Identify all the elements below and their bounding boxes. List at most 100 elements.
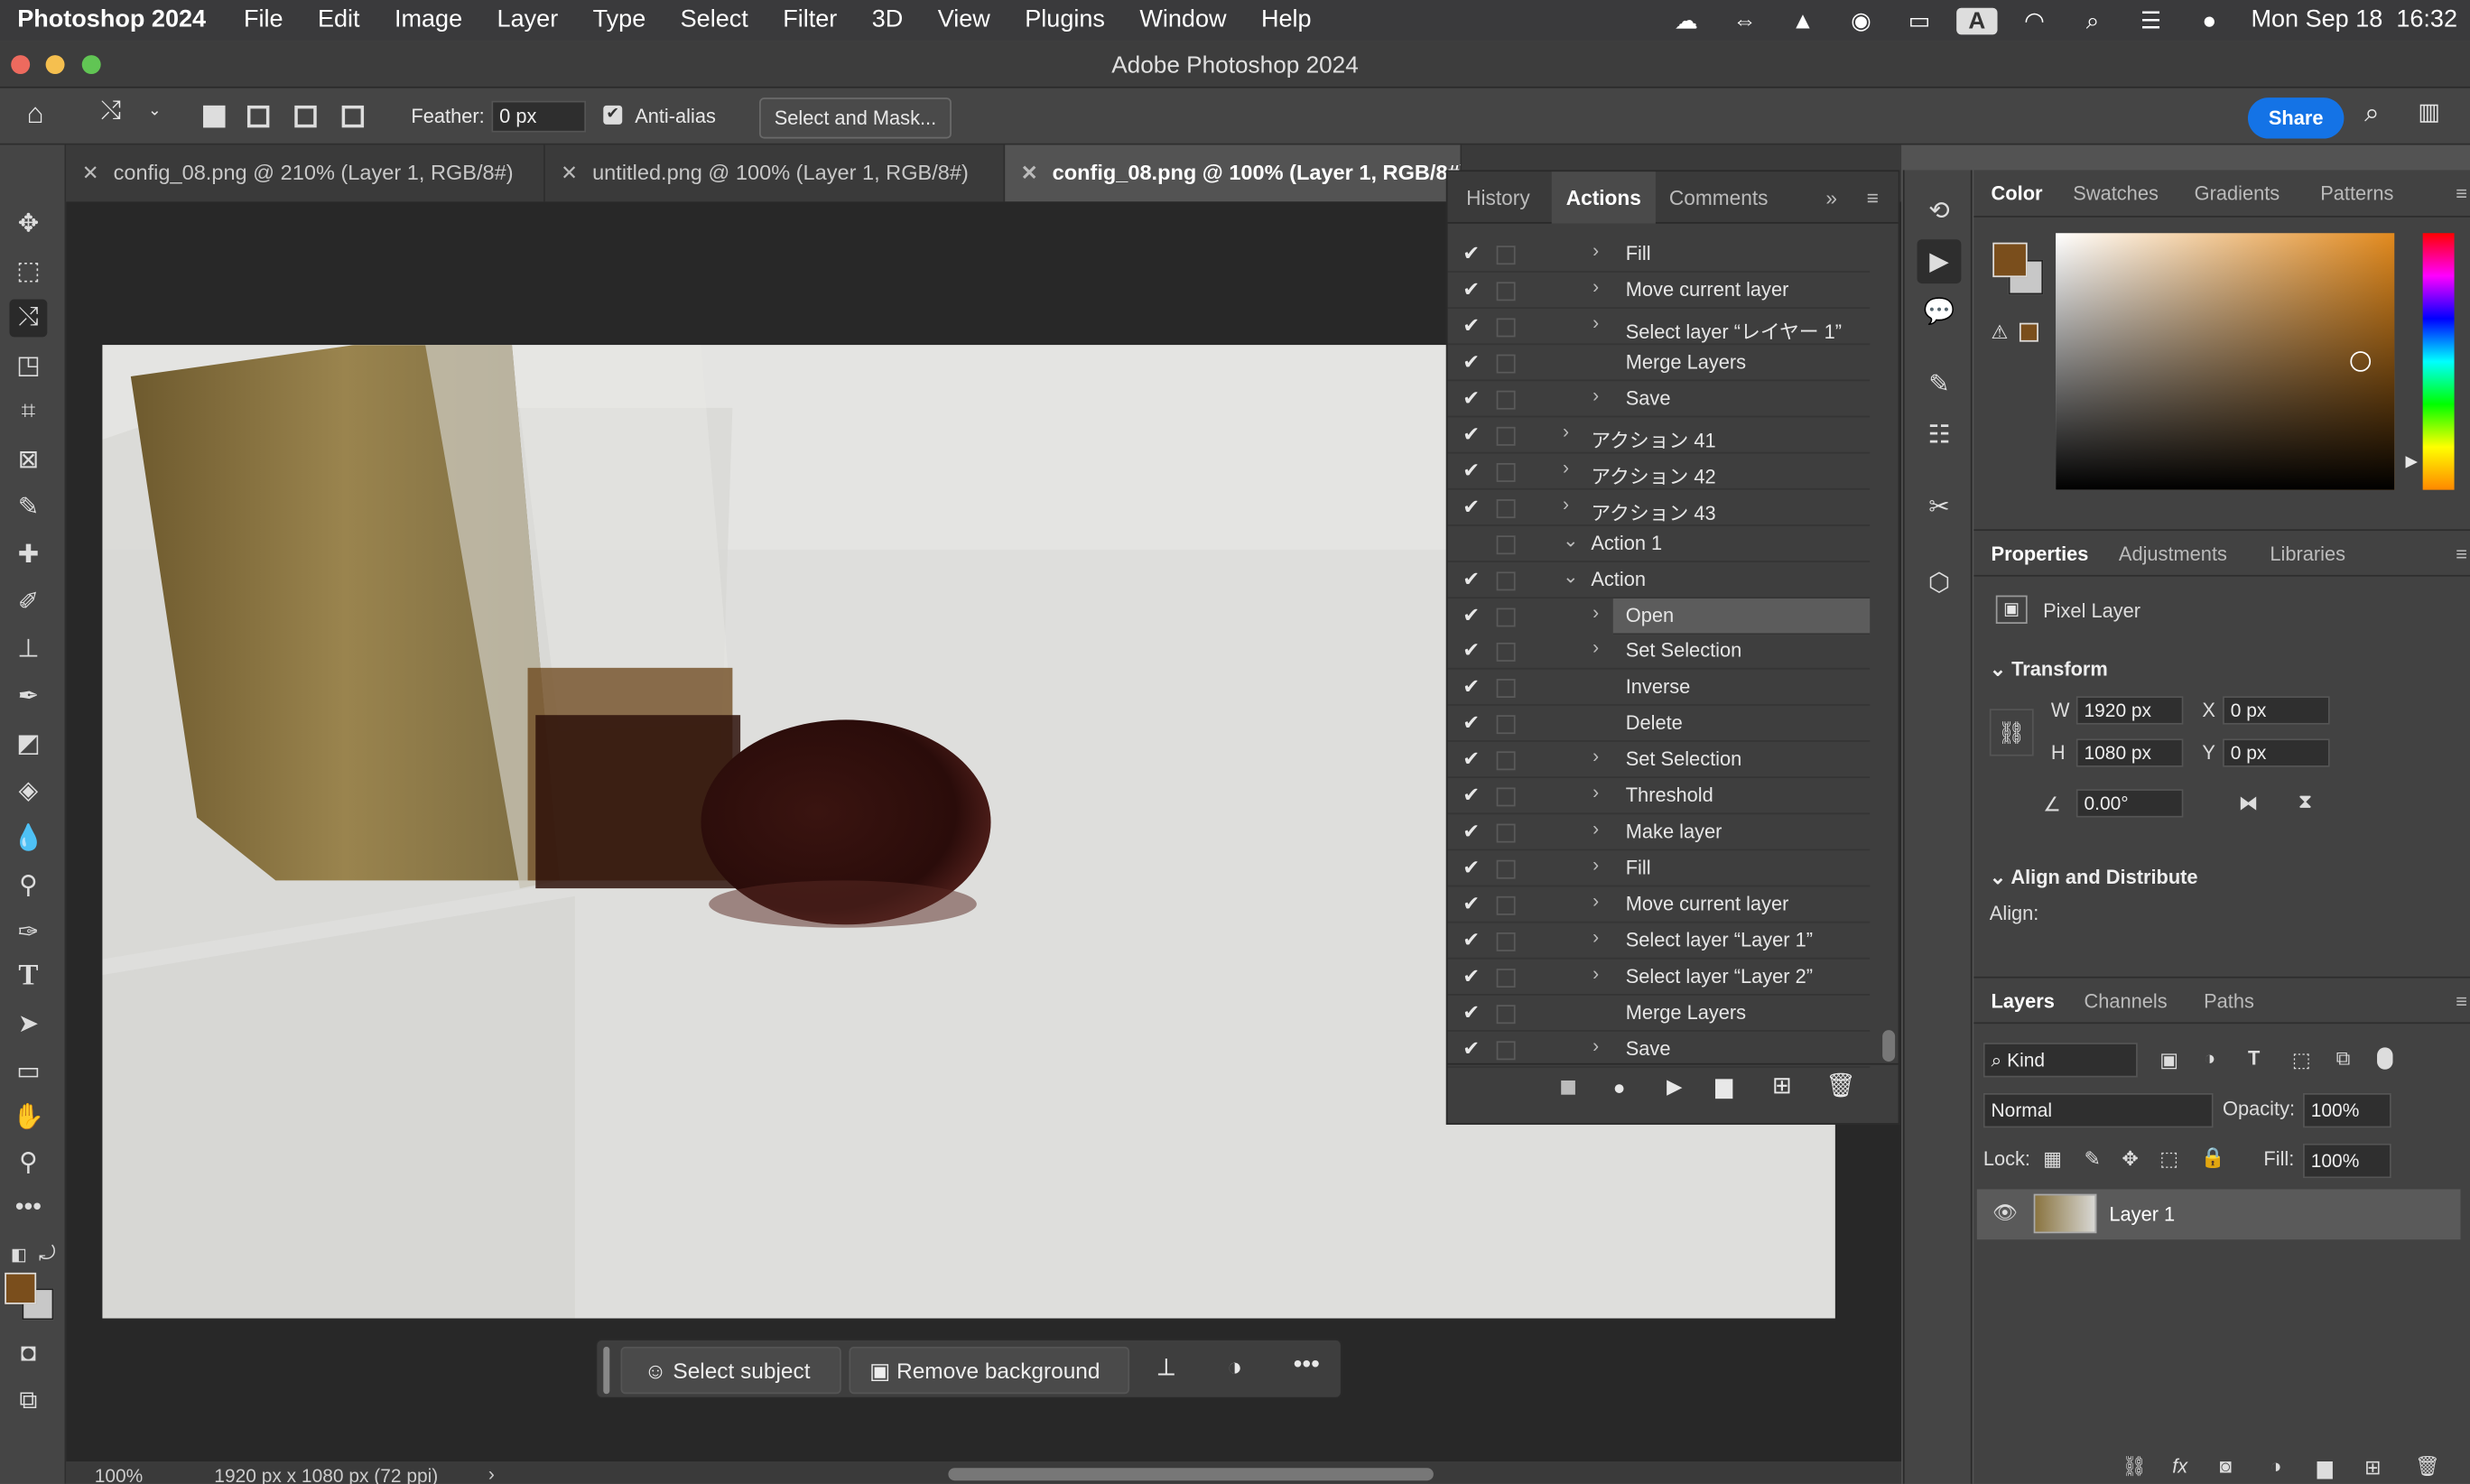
type-tool-icon[interactable]: T (9, 958, 47, 996)
toggle-item-checkbox[interactable]: ✔ (1461, 928, 1482, 953)
panel-menu-icon[interactable]: ≡ (2456, 531, 2467, 578)
height-input[interactable]: 1080 px (2075, 738, 2184, 767)
quick-selection-tool-icon[interactable]: ◳ (9, 347, 47, 385)
width-input[interactable]: 1920 px (2075, 696, 2184, 725)
toggle-item-checkbox[interactable]: ✔ (1461, 964, 1482, 989)
stop-icon[interactable] (1561, 1081, 1575, 1095)
comments-panel-icon[interactable]: 💬 (1918, 290, 1962, 334)
tab-channels[interactable]: Channels (2085, 979, 2168, 1025)
color-foreground-swatch[interactable] (1992, 242, 2028, 278)
wifi-icon[interactable]: ◠ (2005, 6, 2064, 35)
healing-brush-tool-icon[interactable]: ✚ (9, 535, 47, 573)
toggle-item-checkbox[interactable]: ✔ (1461, 566, 1482, 591)
chevron-right-icon[interactable]: › (1592, 890, 1599, 912)
dialog-toggle-box[interactable] (1496, 462, 1516, 482)
new-layer-icon[interactable]: ⊞ (2364, 1455, 2381, 1479)
screen-mode-icon[interactable]: ⧉ (9, 1383, 47, 1421)
marquee-tool-icon[interactable]: ⬚ (9, 252, 47, 290)
tab-properties[interactable]: Properties (1992, 531, 2089, 578)
action-row[interactable]: ✔ › Move current layer (1447, 887, 1871, 923)
action-row[interactable]: ✔ › Select layer “Layer 1” (1447, 923, 1871, 960)
chevron-right-icon[interactable]: › (488, 1463, 495, 1484)
hue-slider[interactable] (2422, 233, 2455, 490)
workspace-icon[interactable]: ▥ (2418, 97, 2440, 135)
drag-handle[interactable] (603, 1346, 610, 1395)
menu-type[interactable]: Type (593, 6, 646, 34)
action-row[interactable]: ✔ › Fill (1447, 850, 1871, 887)
select-and-mask-button[interactable]: Select and Mask... (759, 97, 952, 139)
flip-vertical-icon[interactable]: ⧗ (2298, 791, 2312, 814)
dialog-toggle-box[interactable] (1496, 787, 1516, 807)
subtract-selection-mode-icon[interactable] (294, 105, 317, 144)
action-row[interactable]: ✔ › アクション 43 (1447, 489, 1871, 526)
tab-adjustments[interactable]: Adjustments (2119, 531, 2227, 578)
tab-paths[interactable]: Paths (2204, 979, 2254, 1025)
close-tab-icon[interactable]: ✕ (82, 145, 99, 202)
chevron-right-icon[interactable]: › (1592, 782, 1599, 803)
action-row[interactable]: ✔ › Fill (1447, 237, 1871, 273)
dialog-toggle-box[interactable] (1496, 426, 1516, 446)
new-group-icon[interactable]: ▆ (2317, 1455, 2333, 1479)
menu-select[interactable]: Select (681, 6, 748, 34)
dialog-toggle-box[interactable] (1496, 1005, 1516, 1025)
transform-section-toggle[interactable]: ⌄ Transform (1990, 657, 2108, 680)
dialog-toggle-box[interactable] (1496, 715, 1516, 735)
menu-help[interactable]: Help (1261, 6, 1312, 34)
add-mask-icon[interactable]: ◙ (2220, 1455, 2232, 1477)
horizontal-scrollbar[interactable] (948, 1468, 1434, 1481)
tab-config-08-100[interactable]: ✕ config_08.png @ 100% (Layer 1, RGB/8#) (1005, 144, 1462, 202)
battery-icon[interactable]: ▭ (1890, 6, 1949, 35)
tab-untitled[interactable]: ✕ untitled.png @ 100% (Layer 1, RGB/8#) (545, 144, 1006, 202)
tab-history[interactable]: History (1448, 172, 1549, 224)
dialog-toggle-box[interactable] (1496, 498, 1516, 518)
new-set-folder-icon[interactable]: ▆ (1715, 1072, 1732, 1099)
brush-settings-icon[interactable]: ☷ (1918, 413, 1962, 457)
eraser-tool-icon[interactable]: ◩ (9, 725, 47, 763)
gamut-color-swatch[interactable] (2019, 322, 2038, 342)
action-row[interactable]: ✔ Delete (1447, 706, 1871, 743)
dialog-toggle-box[interactable] (1496, 282, 1516, 301)
record-icon[interactable]: ● (1613, 1076, 1626, 1099)
dialog-toggle-box[interactable] (1496, 570, 1516, 590)
siri-icon[interactable]: ● (2180, 7, 2239, 34)
adobe-acrobat-icon[interactable]: ▲ (1774, 7, 1833, 34)
y-position-input[interactable]: 0 px (2223, 738, 2330, 767)
intersect-selection-mode-icon[interactable] (341, 105, 365, 144)
lock-image-icon[interactable]: ✎ (2085, 1146, 2101, 1170)
chevron-right-icon[interactable]: › (1592, 239, 1599, 261)
path-selection-tool-icon[interactable]: ➤ (9, 1005, 47, 1043)
flip-horizontal-icon[interactable]: ⧓ (2239, 791, 2259, 814)
new-action-icon[interactable]: ⊞ (1772, 1071, 1792, 1099)
dodge-tool-icon[interactable]: ⚲ (9, 867, 47, 904)
blur-tool-icon[interactable]: 💧 (9, 819, 47, 857)
foreground-color-swatch[interactable] (5, 1272, 37, 1304)
filter-shape-icon[interactable]: ⬚ (2292, 1047, 2311, 1071)
action-row[interactable]: ✔ › Select layer “Layer 2” (1447, 960, 1871, 996)
hue-slider-handle[interactable]: ▶ (2405, 454, 2417, 471)
dialog-toggle-box[interactable] (1496, 354, 1516, 374)
panel-menu-icon[interactable]: ≡ (1867, 172, 1879, 224)
toggle-item-checkbox[interactable]: ✔ (1461, 892, 1482, 917)
toggle-item-checkbox[interactable]: ✔ (1461, 1036, 1482, 1062)
chevron-right-icon[interactable]: › (1592, 637, 1599, 659)
chevron-right-icon[interactable]: › (1563, 456, 1569, 478)
feather-input[interactable] (491, 100, 587, 133)
dialog-toggle-box[interactable] (1496, 751, 1516, 771)
menu-image[interactable]: Image (395, 6, 462, 34)
menu-window[interactable]: Window (1139, 6, 1226, 34)
quick-mask-icon[interactable]: ◘ (9, 1336, 47, 1374)
link-layers-icon[interactable]: ⛓ (2122, 1455, 2147, 1479)
teamviewer-icon[interactable]: ⇔ (1715, 7, 1774, 34)
chevron-right-icon[interactable]: › (1592, 962, 1599, 984)
menu-3d[interactable]: 3D (872, 6, 904, 34)
action-row[interactable]: ⌄ Action 1 (1447, 525, 1871, 562)
lock-position-icon[interactable]: ✥ (2122, 1146, 2138, 1170)
toggle-item-checkbox[interactable]: ✔ (1461, 494, 1482, 519)
tab-comments[interactable]: Comments (1658, 172, 1778, 224)
tab-gradients[interactable]: Gradients (2195, 170, 2280, 217)
toggle-item-checkbox[interactable]: ✔ (1461, 820, 1482, 845)
input-method-icon[interactable]: A (1956, 6, 1998, 34)
creative-cloud-icon[interactable]: ☁ (1658, 6, 1716, 35)
dialog-toggle-box[interactable] (1496, 859, 1516, 879)
filter-kind-select[interactable]: ⌕ Kind (1982, 1043, 2138, 1078)
